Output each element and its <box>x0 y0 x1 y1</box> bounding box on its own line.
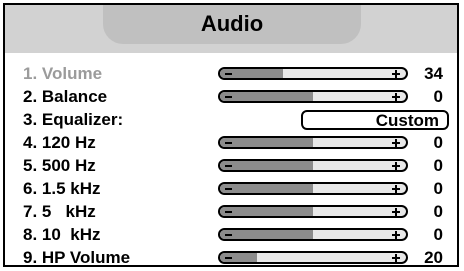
menu-row-120hz[interactable]: 4. 120 Hz 0 <box>5 132 457 154</box>
menu-row-volume[interactable]: 1. Volume 34 <box>5 63 457 85</box>
menu-row-10khz[interactable]: 8. 10 kHz 0 <box>5 224 457 246</box>
eq-120hz-label: 4. 120 Hz <box>23 133 96 152</box>
eq-500hz-slider-fill <box>220 161 313 170</box>
volume-label: 1. Volume <box>23 64 103 83</box>
menu-row-5khz[interactable]: 7. 5 kHz 0 <box>5 201 457 223</box>
plus-icon-vertical <box>395 208 397 216</box>
volume-slider[interactable] <box>218 67 408 80</box>
eq-10khz-label: 8. 10 kHz <box>23 225 101 244</box>
eq-120hz-value: 0 <box>433 133 443 152</box>
eq-500hz-value: 0 <box>433 156 443 175</box>
minus-icon <box>225 188 232 190</box>
balance-slider[interactable] <box>218 90 408 103</box>
menu-row-balance[interactable]: 2. Balance 0 <box>5 86 457 108</box>
minus-icon <box>225 96 232 98</box>
volume-value: 34 <box>424 64 443 83</box>
balance-slider-fill <box>220 92 313 101</box>
menu-header-band: Audio <box>5 5 457 53</box>
eq-5khz-value: 0 <box>433 202 443 221</box>
minus-icon <box>225 73 232 75</box>
menu-row-equalizer[interactable]: 3. Equalizer: Custom <box>5 109 457 131</box>
balance-value: 0 <box>433 87 443 106</box>
menu-title: Audio <box>103 5 361 44</box>
eq-500hz-label: 5. 500 Hz <box>23 156 96 175</box>
hp-volume-label: 9. HP Volume <box>23 248 131 267</box>
eq-1-5khz-slider[interactable] <box>218 182 408 195</box>
plus-icon-vertical <box>395 185 397 193</box>
eq-10khz-slider-fill <box>220 230 313 239</box>
eq-5khz-label: 7. 5 kHz <box>23 202 96 221</box>
eq-5khz-slider-fill <box>220 207 313 216</box>
eq-5khz-slider[interactable] <box>218 205 408 218</box>
balance-label: 2. Balance <box>23 87 108 106</box>
audio-osd-menu: Audio 1. Volume 34 2. Balance 0 3. Equal… <box>3 3 459 267</box>
plus-icon-vertical <box>395 162 397 170</box>
eq-1-5khz-label: 6. 1.5 kHz <box>23 179 101 198</box>
menu-row-hp-volume[interactable]: 9. HP Volume 20 <box>5 247 457 267</box>
eq-10khz-value: 0 <box>433 225 443 244</box>
minus-icon <box>225 142 232 144</box>
plus-icon-vertical <box>395 70 397 78</box>
menu-row-500hz[interactable]: 5. 500 Hz 0 <box>5 155 457 177</box>
eq-10khz-slider[interactable] <box>218 228 408 241</box>
eq-120hz-slider[interactable] <box>218 136 408 149</box>
minus-icon <box>225 257 232 259</box>
plus-icon-vertical <box>395 139 397 147</box>
equalizer-select[interactable]: Custom <box>301 110 449 130</box>
plus-icon-vertical <box>395 93 397 101</box>
hp-volume-value: 20 <box>424 248 443 267</box>
plus-icon-vertical <box>395 231 397 239</box>
eq-500hz-slider[interactable] <box>218 159 408 172</box>
minus-icon <box>225 211 232 213</box>
eq-1-5khz-value: 0 <box>433 179 443 198</box>
minus-icon <box>225 234 232 236</box>
eq-120hz-slider-fill <box>220 138 313 147</box>
hp-volume-slider[interactable] <box>218 251 408 264</box>
plus-icon-vertical <box>395 254 397 262</box>
menu-row-1-5khz[interactable]: 6. 1.5 kHz 0 <box>5 178 457 200</box>
equalizer-label: 3. Equalizer: <box>23 110 124 129</box>
eq-1-5khz-slider-fill <box>220 184 313 193</box>
minus-icon <box>225 165 232 167</box>
